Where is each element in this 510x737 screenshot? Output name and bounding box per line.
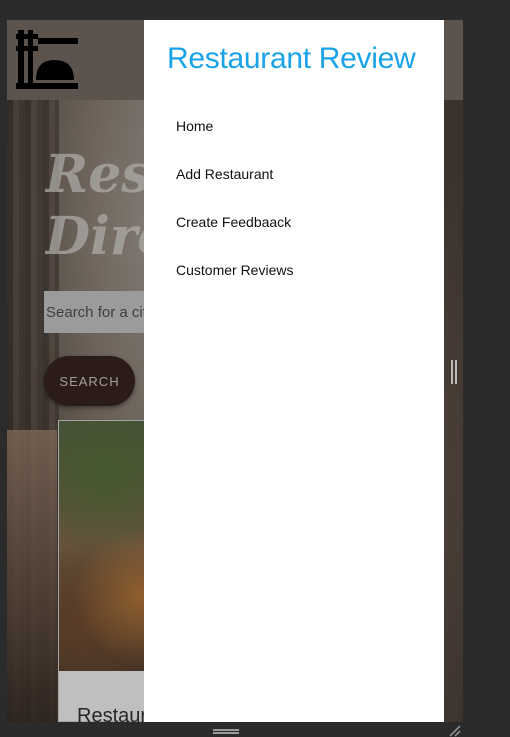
- nav-item-customer-reviews[interactable]: Customer Reviews: [176, 246, 293, 294]
- emulator-viewport: Restaurant Directory Search for a city S…: [7, 20, 463, 722]
- corner-grip-icon[interactable]: [448, 724, 462, 737]
- resize-handle-icon[interactable]: [451, 360, 457, 384]
- emulator-side-panel: [463, 0, 510, 737]
- navigation-drawer: Restaurant Review Home Add Restaurant Cr…: [144, 20, 444, 722]
- nav-item-add-restaurant[interactable]: Add Restaurant: [176, 150, 293, 198]
- drawer-title: Restaurant Review: [167, 42, 416, 75]
- nav-item-create-feedback[interactable]: Create Feedbaack: [176, 198, 293, 246]
- drawer-nav-list: Home Add Restaurant Create Feedbaack Cus…: [176, 102, 293, 294]
- bottom-resize-handle-icon[interactable]: [213, 729, 239, 734]
- nav-item-home[interactable]: Home: [176, 102, 293, 150]
